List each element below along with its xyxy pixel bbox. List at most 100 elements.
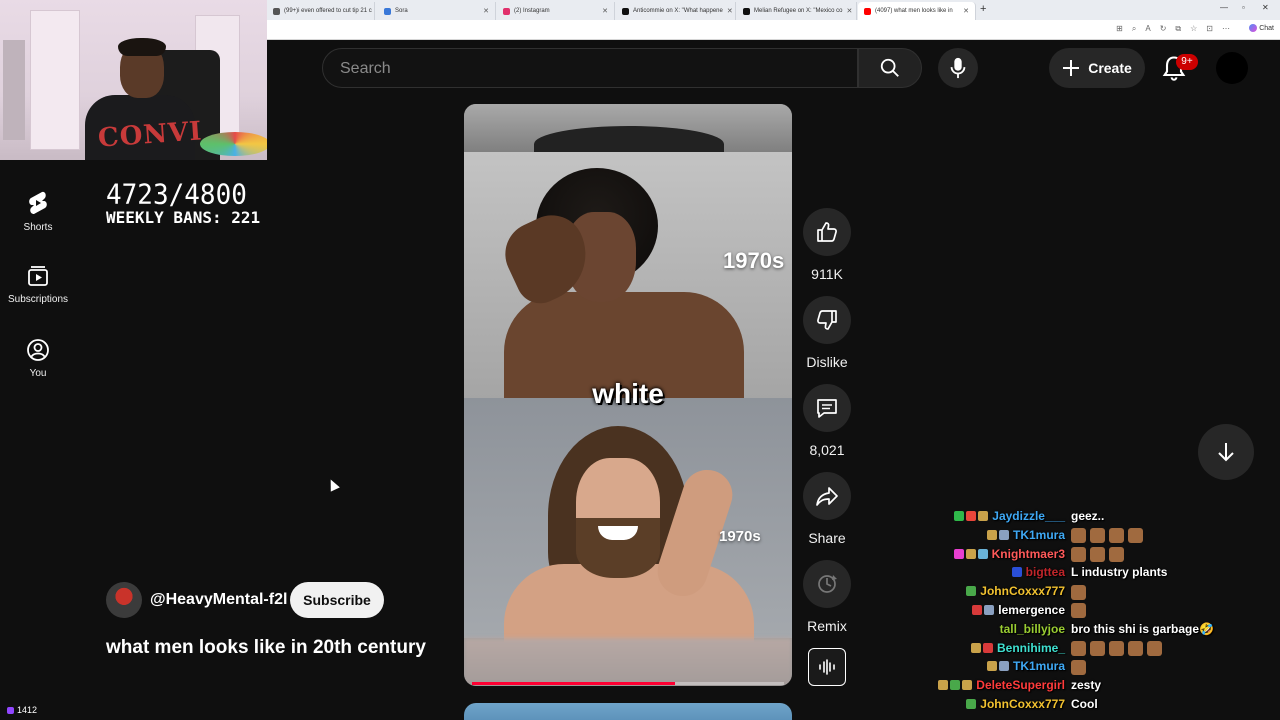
search-input[interactable]: Search bbox=[322, 48, 858, 88]
sound-waveform-icon bbox=[819, 659, 835, 675]
dislike-label: Dislike bbox=[806, 354, 848, 370]
sound-remix-button[interactable] bbox=[808, 648, 846, 686]
sidebar-item-label: You bbox=[29, 368, 47, 379]
browser-tab[interactable]: (99+)i even offered to cut tip 21 c ✕ bbox=[267, 2, 375, 20]
copilot-chat-button[interactable]: Chat bbox=[1249, 24, 1274, 32]
video-progress-bar[interactable] bbox=[472, 682, 784, 685]
stream-chat-overlay: Jaydizzle___ geez.. TK1mura Knightmaer3 bigt… bbox=[938, 508, 1280, 715]
create-label: Create bbox=[1088, 60, 1132, 76]
refresh-icon[interactable]: ↻ bbox=[1160, 24, 1167, 34]
browser-tab[interactable]: (2) Instagram ✕ bbox=[497, 2, 615, 20]
search-button[interactable] bbox=[858, 48, 922, 88]
x-logo-icon bbox=[622, 7, 629, 15]
emote-icon bbox=[1147, 640, 1162, 656]
video-title[interactable]: what men looks like in 20th century bbox=[106, 637, 426, 659]
remix-icon bbox=[818, 575, 837, 593]
chat-message-text: L industry plants bbox=[1071, 565, 1168, 580]
close-tab-icon[interactable]: ✕ bbox=[602, 7, 608, 15]
chat-badge-icon bbox=[972, 604, 983, 615]
chat-badge-icon bbox=[966, 698, 977, 709]
close-tab-icon[interactable]: ✕ bbox=[727, 7, 733, 15]
chat-text bbox=[1071, 603, 1090, 619]
chat-badge-icon bbox=[1011, 567, 1022, 578]
remix-button[interactable]: Remix bbox=[803, 560, 851, 634]
chat-username: Bennihime_ bbox=[996, 640, 1065, 655]
sidebar-item-shorts[interactable]: Shorts bbox=[0, 190, 76, 233]
next-video-preview[interactable] bbox=[464, 703, 792, 720]
next-video-button[interactable] bbox=[1198, 424, 1254, 480]
video-frame-afro-man: 1970s bbox=[464, 152, 792, 412]
read-aloud-icon[interactable]: A bbox=[1145, 24, 1150, 34]
maximize-icon[interactable]: ▫ bbox=[1242, 3, 1245, 12]
chat-message: JohnCoxxx777 bbox=[940, 583, 1280, 602]
tab-favicon-icon bbox=[273, 7, 280, 15]
comments-button[interactable]: 8,021 bbox=[803, 384, 851, 458]
emote-icon bbox=[1128, 528, 1143, 544]
era-label: 1970s bbox=[723, 248, 785, 273]
more-icon[interactable]: ⋯ bbox=[1222, 24, 1230, 34]
chat-message: DeleteSupergirl zesty bbox=[938, 677, 1280, 696]
tab-favicon-icon bbox=[503, 7, 510, 15]
copilot-icon bbox=[1249, 24, 1258, 32]
zoom-icon[interactable]: ⌕ bbox=[1132, 24, 1136, 34]
chat-username: bigttea bbox=[1025, 565, 1065, 580]
emote-icon bbox=[1071, 640, 1086, 656]
video-caption: white bbox=[592, 378, 664, 409]
close-tab-icon[interactable]: ✕ bbox=[847, 7, 853, 15]
close-tab-icon[interactable]: ✕ bbox=[963, 7, 969, 15]
chat-badges bbox=[953, 548, 988, 559]
sidebar-item-subscriptions[interactable]: Subscriptions bbox=[0, 264, 76, 305]
chat-label: Chat bbox=[1259, 24, 1274, 32]
subscribe-button[interactable]: Subscribe bbox=[290, 582, 384, 618]
chat-badge-icon bbox=[966, 586, 977, 597]
remix-label: Remix bbox=[807, 618, 847, 634]
minimize-icon[interactable]: — bbox=[1220, 3, 1228, 12]
account-avatar[interactable] bbox=[1216, 52, 1248, 84]
chat-message-text: zesty bbox=[1071, 678, 1102, 693]
close-window-icon[interactable]: ✕ bbox=[1262, 3, 1269, 12]
voice-search-button[interactable] bbox=[938, 48, 978, 88]
browser-tab[interactable]: Melian Refugee on X: "Mexico co ✕ bbox=[737, 2, 857, 20]
collections-icon[interactable]: ⊡ bbox=[1206, 24, 1213, 34]
chat-username: TK1mura bbox=[1012, 527, 1065, 542]
shorts-video-player[interactable]: 1970s 1970s white bbox=[464, 104, 792, 686]
channel-avatar[interactable] bbox=[106, 582, 142, 618]
chat-badge-icon bbox=[984, 604, 995, 615]
share-button[interactable]: Share bbox=[803, 472, 851, 546]
extension-icon[interactable]: ⧉ bbox=[1175, 24, 1181, 34]
arrow-down-icon bbox=[1218, 443, 1234, 462]
video-frame-blurred bbox=[464, 638, 792, 686]
search-icon bbox=[880, 58, 899, 77]
dislike-button[interactable]: Dislike bbox=[803, 296, 851, 370]
tab-title: Sora bbox=[395, 8, 408, 14]
close-tab-icon[interactable]: ✕ bbox=[483, 7, 489, 15]
new-tab-button[interactable]: + bbox=[980, 3, 986, 15]
chat-badge-icon bbox=[953, 548, 964, 559]
weekly-bans: WEEKLY BANS: 221 bbox=[106, 208, 261, 227]
chat-message: tall_billyjoe bro this shi is garbage🤣 bbox=[940, 621, 1280, 640]
like-button[interactable]: 911K bbox=[803, 208, 851, 282]
streamer-webcam: CONVI bbox=[0, 0, 267, 160]
chat-badges bbox=[954, 511, 989, 521]
sidebar-item-you[interactable]: You bbox=[0, 338, 76, 379]
emote-icon bbox=[1090, 640, 1105, 656]
browser-tab[interactable]: Anticommie on X: "What happene ✕ bbox=[616, 2, 736, 20]
chat-text: L industry plants bbox=[1071, 565, 1167, 579]
tab-title: (99+)i even offered to cut tip 21 c bbox=[284, 8, 372, 14]
emote-icon bbox=[1071, 528, 1086, 544]
emote-icon bbox=[1071, 603, 1086, 619]
tab-title: Anticommie on X: "What happene bbox=[633, 8, 723, 14]
channel-handle[interactable]: @HeavyMental-f2l bbox=[150, 591, 287, 609]
chat-text: zesty bbox=[1071, 678, 1101, 692]
chat-message: lemergence bbox=[940, 602, 1280, 621]
apps-icon[interactable]: ⊞ bbox=[1116, 24, 1123, 34]
viewer-count-value: 1412 bbox=[17, 705, 38, 715]
emote-icon bbox=[1071, 659, 1086, 675]
favorites-icon[interactable]: ☆ bbox=[1190, 24, 1197, 34]
chat-badge-icon bbox=[938, 680, 949, 691]
create-button[interactable]: Create bbox=[1049, 48, 1145, 88]
browser-tab[interactable]: Sora ✕ bbox=[378, 2, 496, 20]
tab-title: (2) Instagram bbox=[514, 8, 550, 14]
browser-tab-active[interactable]: (4097) what men looks like in ✕ bbox=[858, 2, 976, 20]
tab-title: (4097) what men looks like in bbox=[875, 8, 953, 14]
